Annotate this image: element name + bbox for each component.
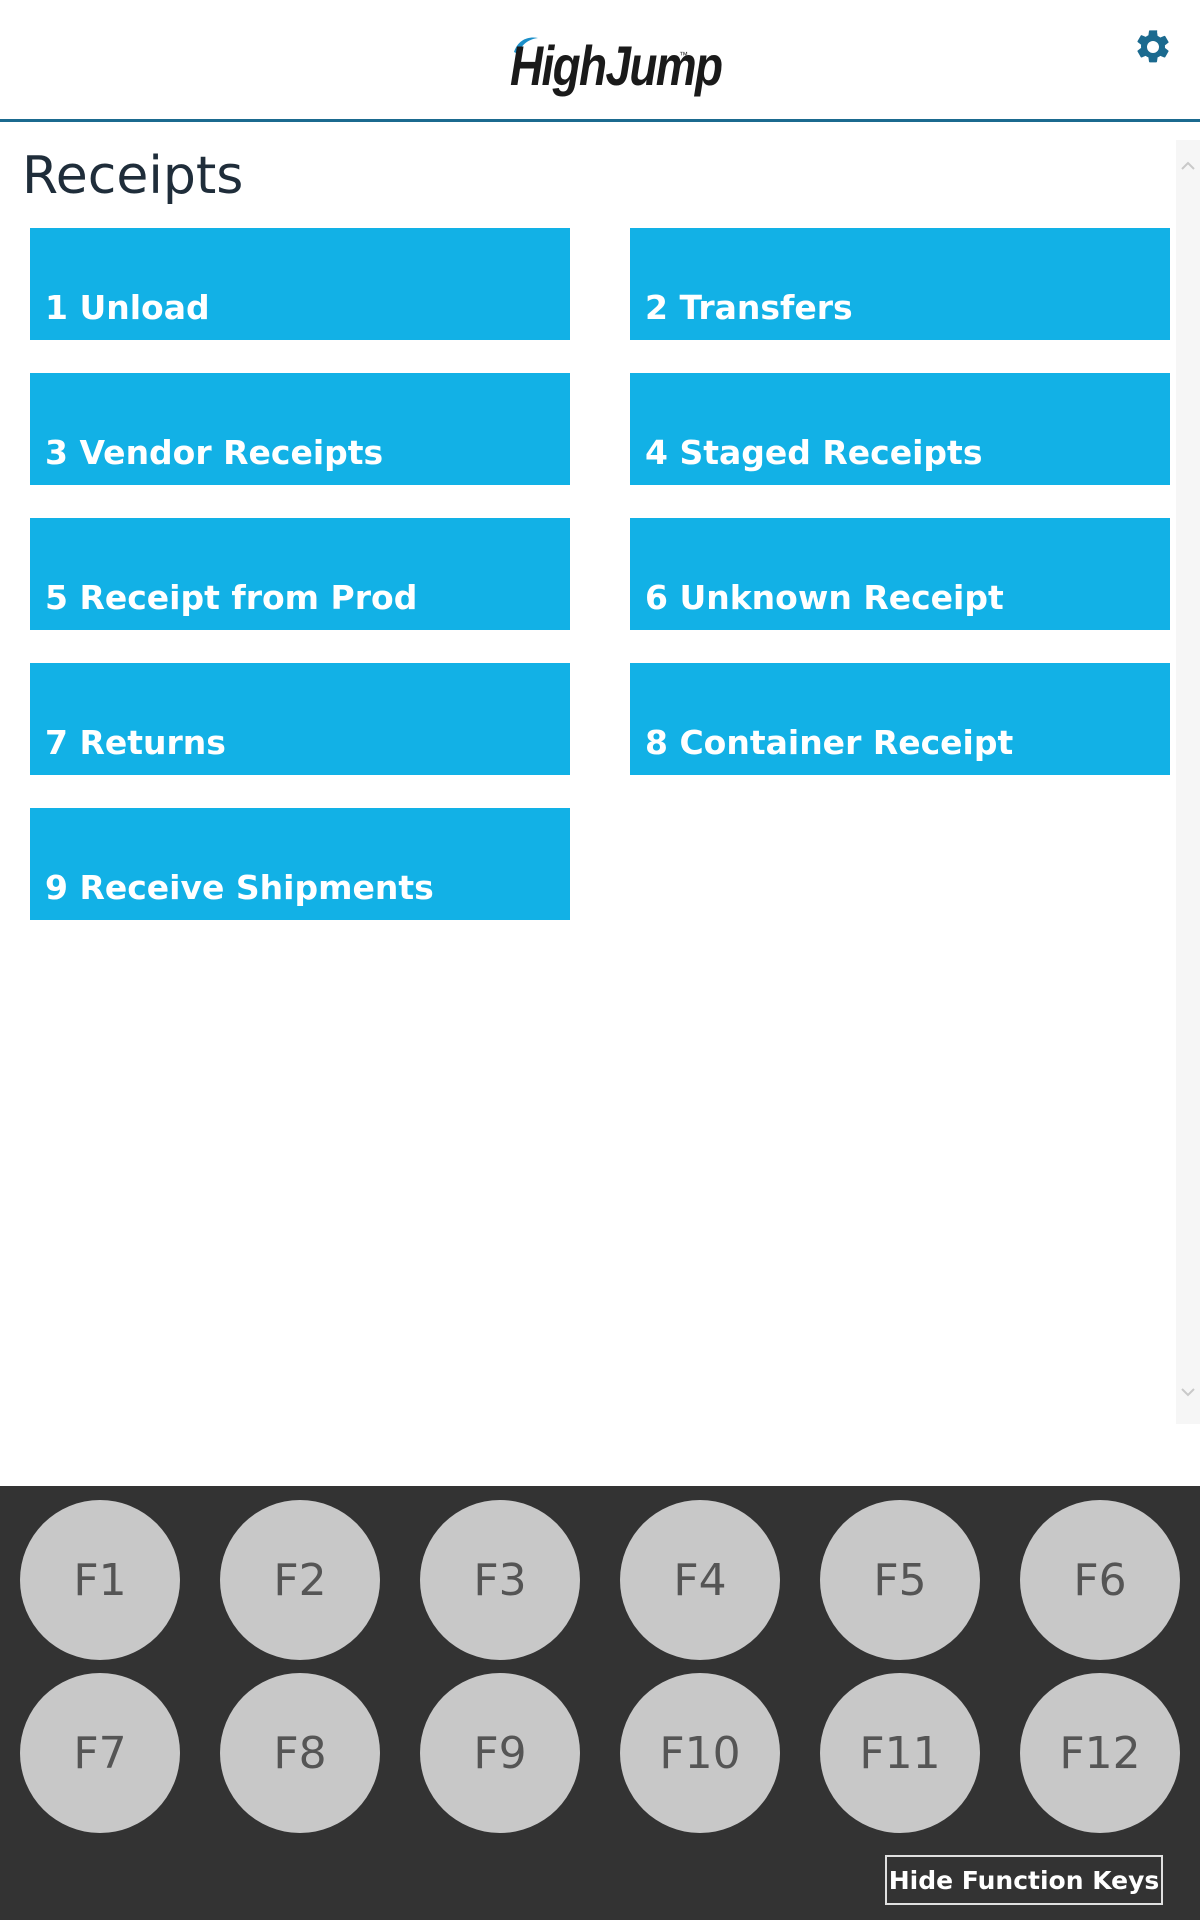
menu-item-vendor-receipts[interactable]: 3 Vendor Receipts xyxy=(30,373,570,485)
function-key-label: F6 xyxy=(1073,1554,1127,1606)
chevron-up-icon[interactable] xyxy=(1178,156,1198,176)
function-key-label: F7 xyxy=(73,1727,127,1779)
function-key-f6[interactable]: F6 xyxy=(1020,1500,1180,1660)
function-key-label: F9 xyxy=(473,1727,527,1779)
main-content: Receipts 1 Unload 2 Transfers 3 Vendor R… xyxy=(0,122,1176,1422)
logo-text: HighJump xyxy=(510,34,723,97)
function-key-f4[interactable]: F4 xyxy=(620,1500,780,1660)
function-key-f11[interactable]: F11 xyxy=(820,1673,980,1833)
function-key-label: F3 xyxy=(473,1554,527,1606)
function-key-f9[interactable]: F9 xyxy=(420,1673,580,1833)
menu-item-container-receipt[interactable]: 8 Container Receipt xyxy=(630,663,1170,775)
hide-function-keys-label: Hide Function Keys xyxy=(888,1865,1160,1895)
function-key-label: F1 xyxy=(73,1554,127,1606)
menu-item-label: 8 Container Receipt xyxy=(645,723,1014,762)
menu-item-transfers[interactable]: 2 Transfers xyxy=(630,228,1170,340)
menu-item-label: 1 Unload xyxy=(45,288,210,327)
function-key-f1[interactable]: F1 xyxy=(20,1500,180,1660)
menu-item-label: 3 Vendor Receipts xyxy=(45,433,384,472)
menu-item-label: 2 Transfers xyxy=(645,288,853,327)
menu-item-receipt-from-prod[interactable]: 5 Receipt from Prod xyxy=(30,518,570,630)
chevron-down-icon[interactable] xyxy=(1178,1382,1198,1402)
function-key-f7[interactable]: F7 xyxy=(20,1673,180,1833)
function-key-f12[interactable]: F12 xyxy=(1020,1673,1180,1833)
function-key-label: F2 xyxy=(273,1554,327,1606)
function-key-label: F12 xyxy=(1059,1727,1141,1779)
logo-trademark: ™ xyxy=(679,50,688,60)
menu-item-label: 4 Staged Receipts xyxy=(645,433,983,472)
gear-icon xyxy=(1137,30,1169,63)
function-key-label: F11 xyxy=(859,1727,941,1779)
menu-item-label: 7 Returns xyxy=(45,723,226,762)
settings-button[interactable] xyxy=(1130,24,1176,70)
highjump-logo: HighJump ™ xyxy=(510,30,723,102)
function-key-f10[interactable]: F10 xyxy=(620,1673,780,1833)
function-key-label: F8 xyxy=(273,1727,327,1779)
menu-item-receive-shipments[interactable]: 9 Receive Shipments xyxy=(30,808,570,920)
function-key-label: F4 xyxy=(673,1554,727,1606)
function-key-label: F5 xyxy=(873,1554,927,1606)
function-key-label: F10 xyxy=(659,1727,741,1779)
menu-item-unload[interactable]: 1 Unload xyxy=(30,228,570,340)
vertical-scrollbar[interactable] xyxy=(1176,140,1200,1424)
page-title: Receipts xyxy=(22,146,244,206)
function-key-f8[interactable]: F8 xyxy=(220,1673,380,1833)
menu-item-staged-receipts[interactable]: 4 Staged Receipts xyxy=(630,373,1170,485)
menu-item-label: 6 Unknown Receipt xyxy=(645,578,1004,617)
menu-item-label: 5 Receipt from Prod xyxy=(45,578,418,617)
function-key-f2[interactable]: F2 xyxy=(220,1500,380,1660)
menu-item-label: 9 Receive Shipments xyxy=(45,868,434,907)
menu-item-unknown-receipt[interactable]: 6 Unknown Receipt xyxy=(630,518,1170,630)
app-header: HighJump ™ xyxy=(0,0,1200,122)
function-key-f5[interactable]: F5 xyxy=(820,1500,980,1660)
hide-function-keys-button[interactable]: Hide Function Keys xyxy=(885,1855,1163,1905)
function-key-f3[interactable]: F3 xyxy=(420,1500,580,1660)
menu-item-returns[interactable]: 7 Returns xyxy=(30,663,570,775)
